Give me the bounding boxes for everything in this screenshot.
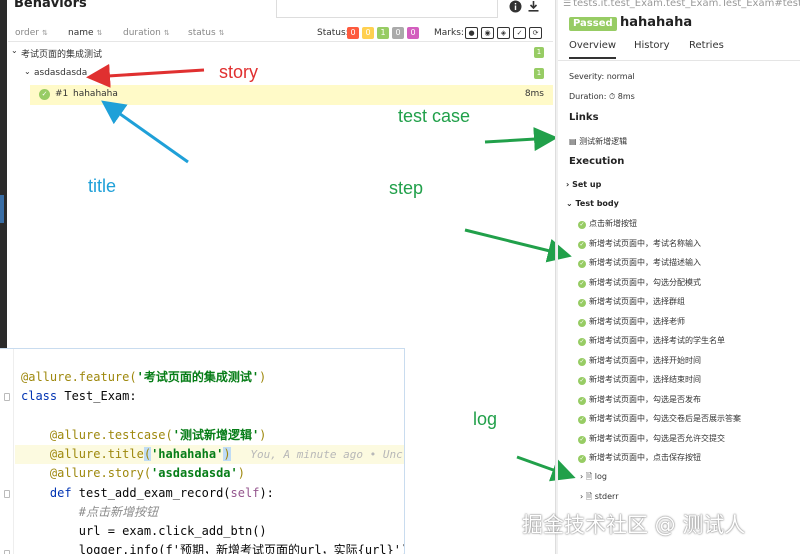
check-icon: ✓ xyxy=(578,338,586,346)
tab-retries[interactable]: Retries xyxy=(689,40,724,57)
git-blame-hint: You, A minute ago • Unc xyxy=(230,448,403,461)
check-icon: ✓ xyxy=(578,280,586,288)
hierarchy-icon: ☰ xyxy=(563,0,572,9)
check-icon: ✓ xyxy=(578,397,586,405)
code-line: #点击新增按钮 xyxy=(21,505,159,519)
check-icon: ✓ xyxy=(578,358,586,366)
step-item[interactable]: ✓ 新增考试页面中，选择考试的学生名单 xyxy=(578,335,725,346)
step-item[interactable]: ✓ 新增考试页面中，勾选是否发布 xyxy=(578,394,701,405)
status-badge: Passed xyxy=(569,17,617,31)
test-details-panel: ☰ tests.it.test_Exam.test_Exam.Test_Exam#… xyxy=(558,0,800,554)
annotation-title: title xyxy=(88,176,117,196)
step-item[interactable]: ✓ 新增考试页面中，勾选交卷后是否展示答案 xyxy=(578,413,741,424)
file-icon: 🗎 xyxy=(585,472,595,481)
annotation-test-case: test case xyxy=(398,106,471,126)
check-icon: ✓ xyxy=(578,260,586,268)
title-arrow xyxy=(101,100,189,164)
attachment-stderr[interactable]: › 🗎 stderr xyxy=(580,491,618,505)
check-icon: ✓ xyxy=(578,221,586,229)
execution-heading: Execution xyxy=(569,156,625,167)
duration-text: Duration: ⏱ 8ms xyxy=(569,92,635,101)
step-item[interactable]: ✓ 新增考试页面中，考试名称输入 xyxy=(578,238,701,249)
tab-overview[interactable]: Overview xyxy=(569,40,617,59)
fold-icon xyxy=(4,490,10,498)
tab-divider xyxy=(558,60,800,61)
check-icon: ✓ xyxy=(578,436,586,444)
test-body-section[interactable]: ⌄ Test body xyxy=(566,199,619,208)
fold-icon xyxy=(4,393,10,401)
check-icon: ✓ xyxy=(578,299,586,307)
code-line: @allure.title('hahahaha') You, A minute … xyxy=(21,447,403,461)
setup-section[interactable]: › Set up xyxy=(566,180,601,189)
step-item[interactable]: ✓ 新增考试页面中，选择群组 xyxy=(578,296,685,307)
test-case-arrow xyxy=(484,127,558,152)
links-heading: Links xyxy=(569,112,599,123)
breadcrumb: ☰ tests.it.test_Exam.test_Exam.Test_Exam#… xyxy=(563,0,800,9)
step-arrow xyxy=(464,228,572,263)
check-icon: ✓ xyxy=(578,455,586,463)
test-case-icon: ▤ xyxy=(569,137,580,146)
step-item[interactable]: ✓ 新增考试页面中，选择结束时间 xyxy=(578,374,701,385)
step-item[interactable]: ✓ 新增考试页面中，选择开始时间 xyxy=(578,355,701,366)
code-line: @allure.testcase('测试新增逻辑') xyxy=(21,428,267,442)
code-line: url = exam.click_add_btn() xyxy=(21,524,267,538)
step-item[interactable]: ✓ 新增考试页面中，点击保存按钮 xyxy=(578,452,701,463)
check-icon: ✓ xyxy=(578,416,586,424)
severity-text: Severity: normal xyxy=(569,72,635,81)
code-line: @allure.story('asdasdasda') xyxy=(21,466,245,480)
attachment-log[interactable]: › 🗎 log xyxy=(580,471,607,485)
step-item[interactable]: ✓ 点击新增按钮 xyxy=(578,218,637,229)
fold-icon xyxy=(4,550,10,554)
watermark: 掘金技术社区 @ 测试人 xyxy=(522,513,746,537)
step-item[interactable]: ✓ 新增考试页面中，考试描述输入 xyxy=(578,257,701,268)
story-arrow xyxy=(86,63,205,88)
code-line: logger.info(f'预期，新增考试页面的url，实际{url}') xyxy=(21,543,405,554)
check-icon: ✓ xyxy=(578,377,586,385)
step-item[interactable]: ✓ 新增考试页面中，选择老师 xyxy=(578,316,685,327)
step-item[interactable]: ✓ 新增考试页面中，勾选分配模式 xyxy=(578,277,701,288)
check-icon: ✓ xyxy=(578,319,586,327)
annotation-story: story xyxy=(219,62,259,82)
testcase-link[interactable]: ▤ 测试新增逻辑 xyxy=(569,136,627,147)
code-line: class Test_Exam: xyxy=(21,389,137,403)
editor-gutter xyxy=(0,349,14,554)
code-editor[interactable]: @allure.feature('考试页面的集成测试') class Test_… xyxy=(0,348,405,554)
file-icon: 🗎 xyxy=(585,492,595,501)
chevron-down-icon: ⌄ xyxy=(566,199,576,208)
check-icon: ✓ xyxy=(578,241,586,249)
code-line: def test_add_exam_record(self): xyxy=(21,486,274,500)
annotation-log: log xyxy=(473,409,498,429)
step-item[interactable]: ✓ 新增考试页面中，勾选是否允许交提交 xyxy=(578,433,725,444)
code-line: @allure.feature('考试页面的集成测试') xyxy=(21,370,267,384)
annotation-step: step xyxy=(389,178,424,198)
tab-history[interactable]: History xyxy=(634,40,670,57)
test-case-title: hahahaha xyxy=(620,15,693,30)
